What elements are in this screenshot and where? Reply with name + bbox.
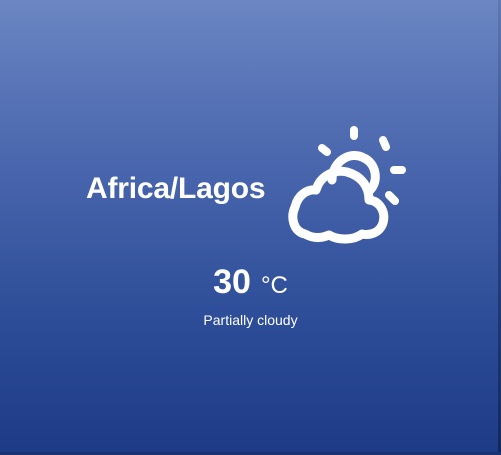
weather-condition: Partially cloudy [203, 312, 298, 328]
partly-cloudy-icon [288, 126, 406, 244]
temperature-value: 30 [213, 263, 251, 301]
temperature-display: 30 °C [0, 263, 501, 302]
temperature-unit: °C [260, 272, 288, 299]
location-name: Africa/Lagos [86, 172, 266, 205]
location-header: Africa/Lagos [86, 124, 416, 246]
